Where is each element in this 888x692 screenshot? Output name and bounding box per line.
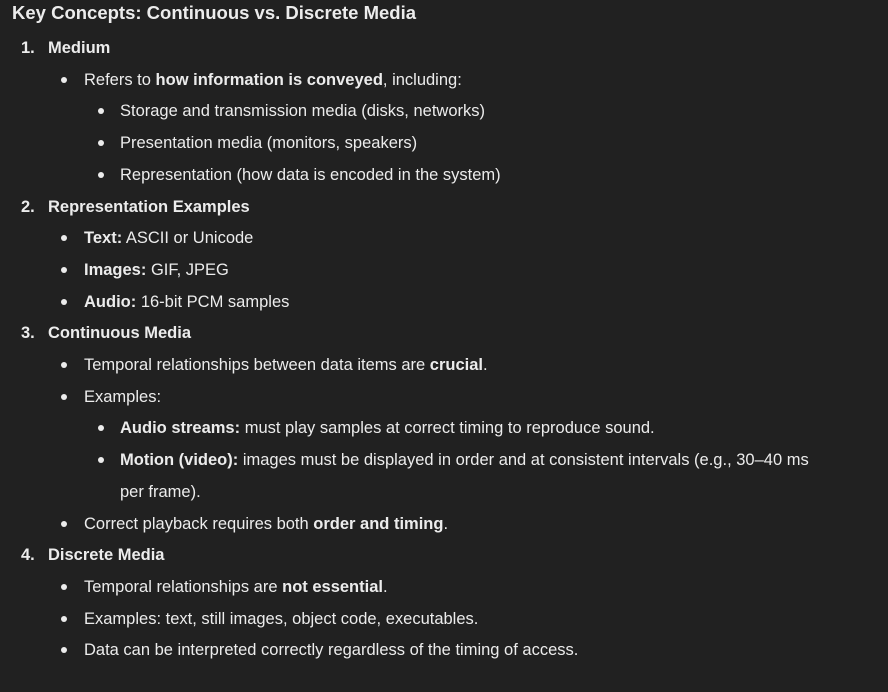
item-text: Discrete Media (48, 539, 164, 571)
bullet-icon (61, 76, 67, 83)
item-text: Audio streams: must play samples at corr… (120, 412, 655, 444)
bold-text: Discrete Media (48, 546, 165, 565)
bullet-icon (61, 235, 67, 242)
bullet-icon (98, 457, 104, 464)
bold-text: Continuous Media (48, 324, 191, 343)
item-text: Correct playback requires both order and… (84, 508, 448, 540)
text: Presentation media (monitors, speakers) (120, 134, 418, 153)
text: ASCII or Unicode (122, 229, 254, 248)
text: . (443, 514, 449, 533)
item-text: Images: GIF, JPEG (84, 254, 229, 286)
item-text: per frame). (120, 476, 201, 508)
bold-text: Text: (84, 229, 123, 248)
item-text: Text: ASCII or Unicode (84, 222, 253, 254)
bullet-icon (61, 615, 67, 622)
bold-text: order and timing (313, 514, 444, 533)
item-text: Temporal relationships between data item… (84, 349, 488, 381)
text: . (482, 356, 488, 374)
bullet-icon (61, 520, 67, 527)
item-text: Examples: (84, 381, 161, 413)
page-title: Key Concepts: Continuous vs. Discrete Me… (12, 2, 417, 23)
text: Temporal relationships between data item… (84, 356, 430, 374)
bullet-icon (98, 425, 104, 432)
item-text: Storage and transmission media (disks, n… (120, 95, 485, 127)
bullet-icon (98, 171, 104, 178)
text: , including: (382, 70, 462, 89)
text: . (382, 577, 388, 596)
list-number: 1. (21, 39, 35, 57)
bold-text: Images: (84, 260, 147, 279)
item-text: Representation (how data is encoded in t… (120, 159, 501, 191)
text: Correct playback requires both (84, 514, 314, 533)
text: per frame). (120, 482, 201, 501)
text: images must be displayed in order and at… (238, 451, 809, 470)
item-text: Audio: 16-bit PCM samples (84, 286, 289, 318)
item-text: Refers to how information is conveyed, i… (84, 64, 462, 96)
list-number: 2. (21, 197, 35, 216)
bullet-icon (61, 266, 67, 273)
text: Examples: text, still images, object cod… (84, 609, 479, 628)
text: Temporal relationships are (84, 577, 283, 596)
bullet-icon (61, 393, 67, 400)
text: must play samples at correct timing to r… (240, 419, 655, 438)
text: GIF, JPEG (146, 260, 229, 279)
list-number: 4. (21, 546, 35, 565)
bullet-icon (98, 140, 104, 147)
item-text: Data can be interpreted correctly regard… (84, 634, 578, 666)
bullet-icon (61, 298, 67, 305)
bold-text: Audio: (84, 292, 137, 311)
text: Representation (how data is encoded in t… (120, 165, 501, 184)
item-text: Continuous Media (48, 317, 191, 349)
bold-text: Motion (video): (120, 451, 239, 470)
bullet-icon (61, 647, 67, 654)
item-text: Motion (video): images must be displayed… (120, 444, 809, 476)
bold-text: not essential (282, 577, 383, 596)
text: Examples: (84, 387, 162, 406)
bold-text: Medium (48, 39, 111, 57)
text: Refers to (84, 70, 156, 89)
text: 16-bit PCM samples (136, 292, 290, 311)
bold-text: Representation Examples (48, 197, 250, 216)
item-text: Examples: text, still images, object cod… (84, 603, 478, 635)
bold-text: crucial (429, 356, 483, 374)
text: Storage and transmission media (disks, n… (120, 102, 485, 121)
bold-text: how information is conveyed (155, 70, 383, 89)
item-text: Temporal relationships are not essential… (84, 571, 388, 603)
item-text: Presentation media (monitors, speakers) (120, 127, 417, 159)
bullet-icon (61, 362, 67, 368)
bullet-icon (61, 583, 67, 590)
item-text: Representation Examples (48, 191, 250, 223)
list-number: 3. (21, 324, 35, 343)
text: Data can be interpreted correctly regard… (84, 641, 579, 660)
item-text: Medium (48, 32, 110, 64)
bold-text: Audio streams: (120, 419, 241, 438)
bullet-icon (98, 108, 104, 115)
